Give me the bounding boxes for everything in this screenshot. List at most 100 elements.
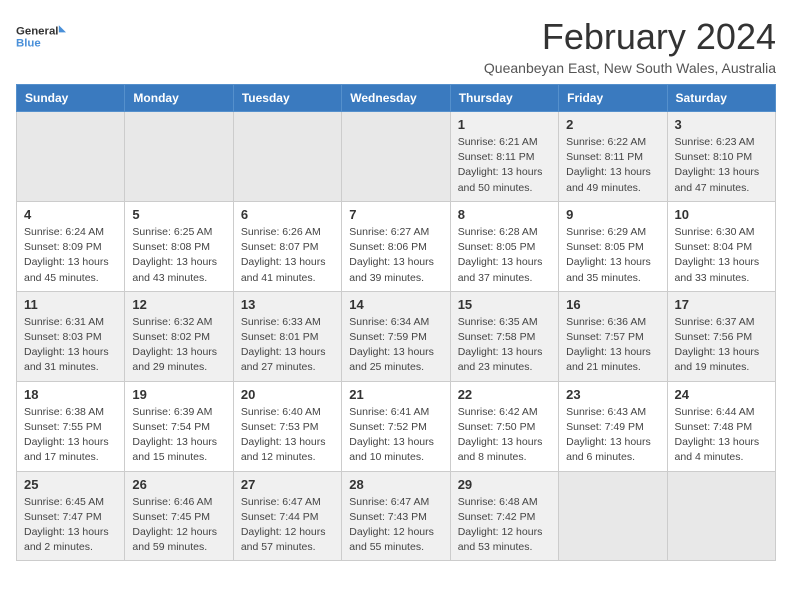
calendar-cell: 22 Sunrise: 6:42 AMSunset: 7:50 PMDayligh… <box>450 381 558 471</box>
calendar-cell: 16 Sunrise: 6:36 AMSunset: 7:57 PMDayligh… <box>559 291 667 381</box>
calendar-cell: 15 Sunrise: 6:35 AMSunset: 7:58 PMDayligh… <box>450 291 558 381</box>
week-row-2: 4 Sunrise: 6:24 AMSunset: 8:09 PMDaylight… <box>17 201 776 291</box>
day-number: 14 <box>349 297 442 312</box>
logo-svg: General Blue <box>16 16 66 56</box>
calendar-cell: 8Sunrise: 6:28 AMSunset: 8:05 PMDaylight… <box>450 201 558 291</box>
day-info: Sunrise: 6:32 AMSunset: 8:02 PMDaylight:… <box>132 315 225 376</box>
calendar-cell: 25 Sunrise: 6:45 AMSunset: 7:47 PMDayligh… <box>17 471 125 561</box>
day-header-monday: Monday <box>125 85 233 112</box>
calendar-cell: 1 Sunrise: 6:21 AMSunset: 8:11 PMDaylight… <box>450 112 558 202</box>
day-number: 9 <box>566 207 659 222</box>
day-info: Sunrise: 6:31 AMSunset: 8:03 PMDaylight:… <box>24 315 117 376</box>
svg-text:General: General <box>16 26 58 38</box>
calendar-cell: 24 Sunrise: 6:44 AMSunset: 7:48 PMDayligh… <box>667 381 775 471</box>
day-info: Sunrise: 6:33 AMSunset: 8:01 PMDaylight:… <box>241 315 334 376</box>
day-number: 17 <box>675 297 768 312</box>
day-info: Sunrise: 6:27 AMSunset: 8:06 PMDaylight:… <box>349 225 442 286</box>
calendar-cell: 29 Sunrise: 6:48 AMSunset: 7:42 PMDayligh… <box>450 471 558 561</box>
week-row-1: 1 Sunrise: 6:21 AMSunset: 8:11 PMDaylight… <box>17 112 776 202</box>
calendar-cell <box>667 471 775 561</box>
day-info: Sunrise: 6:24 AMSunset: 8:09 PMDaylight:… <box>24 225 117 286</box>
day-number: 15 <box>458 297 551 312</box>
calendar-cell: 19Sunrise: 6:39 AMSunset: 7:54 PMDayligh… <box>125 381 233 471</box>
day-number: 21 <box>349 387 442 402</box>
week-row-3: 11 Sunrise: 6:31 AMSunset: 8:03 PMDayligh… <box>17 291 776 381</box>
day-number: 4 <box>24 207 117 222</box>
calendar-cell: 7 Sunrise: 6:27 AMSunset: 8:06 PMDaylight… <box>342 201 450 291</box>
calendar-cell <box>17 112 125 202</box>
day-number: 20 <box>241 387 334 402</box>
day-number: 6 <box>241 207 334 222</box>
svg-text:Blue: Blue <box>16 38 41 50</box>
day-number: 23 <box>566 387 659 402</box>
day-number: 13 <box>241 297 334 312</box>
title-section: February 2024 Queanbeyan East, New South… <box>484 16 776 76</box>
calendar-cell: 23 Sunrise: 6:43 AMSunset: 7:49 PMDayligh… <box>559 381 667 471</box>
calendar-cell: 2 Sunrise: 6:22 AMSunset: 8:11 PMDaylight… <box>559 112 667 202</box>
week-row-4: 18 Sunrise: 6:38 AMSunset: 7:55 PMDayligh… <box>17 381 776 471</box>
calendar-cell: 12 Sunrise: 6:32 AMSunset: 8:02 PMDayligh… <box>125 291 233 381</box>
day-info: Sunrise: 6:42 AMSunset: 7:50 PMDaylight:… <box>458 405 551 466</box>
day-number: 16 <box>566 297 659 312</box>
calendar-cell <box>342 112 450 202</box>
day-info: Sunrise: 6:28 AMSunset: 8:05 PMDaylight:… <box>458 225 551 286</box>
day-info: Sunrise: 6:38 AMSunset: 7:55 PMDaylight:… <box>24 405 117 466</box>
day-header-friday: Friday <box>559 85 667 112</box>
calendar-cell: 10Sunrise: 6:30 AMSunset: 8:04 PMDayligh… <box>667 201 775 291</box>
calendar-cell: 11 Sunrise: 6:31 AMSunset: 8:03 PMDayligh… <box>17 291 125 381</box>
day-header-wednesday: Wednesday <box>342 85 450 112</box>
day-number: 10 <box>675 207 768 222</box>
day-info: Sunrise: 6:46 AMSunset: 7:45 PMDaylight:… <box>132 495 225 556</box>
day-header-tuesday: Tuesday <box>233 85 341 112</box>
day-number: 19 <box>132 387 225 402</box>
day-info: Sunrise: 6:47 AMSunset: 7:44 PMDaylight:… <box>241 495 334 556</box>
day-number: 18 <box>24 387 117 402</box>
calendar-cell: 13 Sunrise: 6:33 AMSunset: 8:01 PMDayligh… <box>233 291 341 381</box>
day-number: 29 <box>458 477 551 492</box>
calendar-cell: 27 Sunrise: 6:47 AMSunset: 7:44 PMDayligh… <box>233 471 341 561</box>
calendar-cell <box>125 112 233 202</box>
day-number: 27 <box>241 477 334 492</box>
calendar-cell: 6Sunrise: 6:26 AMSunset: 8:07 PMDaylight… <box>233 201 341 291</box>
day-number: 26 <box>132 477 225 492</box>
day-info: Sunrise: 6:23 AMSunset: 8:10 PMDaylight:… <box>675 135 768 196</box>
calendar-cell: 21Sunrise: 6:41 AMSunset: 7:52 PMDayligh… <box>342 381 450 471</box>
day-info: Sunrise: 6:25 AMSunset: 8:08 PMDaylight:… <box>132 225 225 286</box>
day-info: Sunrise: 6:29 AMSunset: 8:05 PMDaylight:… <box>566 225 659 286</box>
day-header-saturday: Saturday <box>667 85 775 112</box>
day-number: 12 <box>132 297 225 312</box>
day-info: Sunrise: 6:37 AMSunset: 7:56 PMDaylight:… <box>675 315 768 376</box>
day-number: 1 <box>458 117 551 132</box>
calendar-cell: 20Sunrise: 6:40 AMSunset: 7:53 PMDayligh… <box>233 381 341 471</box>
calendar: SundayMondayTuesdayWednesdayThursdayFrid… <box>16 84 776 561</box>
calendar-cell: 14 Sunrise: 6:34 AMSunset: 7:59 PMDayligh… <box>342 291 450 381</box>
day-info: Sunrise: 6:47 AMSunset: 7:43 PMDaylight:… <box>349 495 442 556</box>
day-number: 24 <box>675 387 768 402</box>
day-info: Sunrise: 6:22 AMSunset: 8:11 PMDaylight:… <box>566 135 659 196</box>
day-info: Sunrise: 6:35 AMSunset: 7:58 PMDaylight:… <box>458 315 551 376</box>
day-number: 7 <box>349 207 442 222</box>
main-title: February 2024 <box>484 16 776 58</box>
day-info: Sunrise: 6:44 AMSunset: 7:48 PMDaylight:… <box>675 405 768 466</box>
calendar-cell: 18 Sunrise: 6:38 AMSunset: 7:55 PMDayligh… <box>17 381 125 471</box>
day-info: Sunrise: 6:21 AMSunset: 8:11 PMDaylight:… <box>458 135 551 196</box>
day-number: 28 <box>349 477 442 492</box>
day-number: 22 <box>458 387 551 402</box>
day-info: Sunrise: 6:36 AMSunset: 7:57 PMDaylight:… <box>566 315 659 376</box>
day-number: 11 <box>24 297 117 312</box>
calendar-cell: 28 Sunrise: 6:47 AMSunset: 7:43 PMDayligh… <box>342 471 450 561</box>
day-number: 25 <box>24 477 117 492</box>
calendar-cell <box>559 471 667 561</box>
day-info: Sunrise: 6:45 AMSunset: 7:47 PMDaylight:… <box>24 495 117 556</box>
day-info: Sunrise: 6:34 AMSunset: 7:59 PMDaylight:… <box>349 315 442 376</box>
day-number: 2 <box>566 117 659 132</box>
calendar-cell: 5Sunrise: 6:25 AMSunset: 8:08 PMDaylight… <box>125 201 233 291</box>
calendar-cell: 26 Sunrise: 6:46 AMSunset: 7:45 PMDayligh… <box>125 471 233 561</box>
day-info: Sunrise: 6:48 AMSunset: 7:42 PMDaylight:… <box>458 495 551 556</box>
subtitle: Queanbeyan East, New South Wales, Austra… <box>484 60 776 76</box>
day-header-sunday: Sunday <box>17 85 125 112</box>
day-info: Sunrise: 6:43 AMSunset: 7:49 PMDaylight:… <box>566 405 659 466</box>
calendar-cell: 3Sunrise: 6:23 AMSunset: 8:10 PMDaylight… <box>667 112 775 202</box>
logo: General Blue <box>16 16 66 56</box>
calendar-cell: 17 Sunrise: 6:37 AMSunset: 7:56 PMDayligh… <box>667 291 775 381</box>
